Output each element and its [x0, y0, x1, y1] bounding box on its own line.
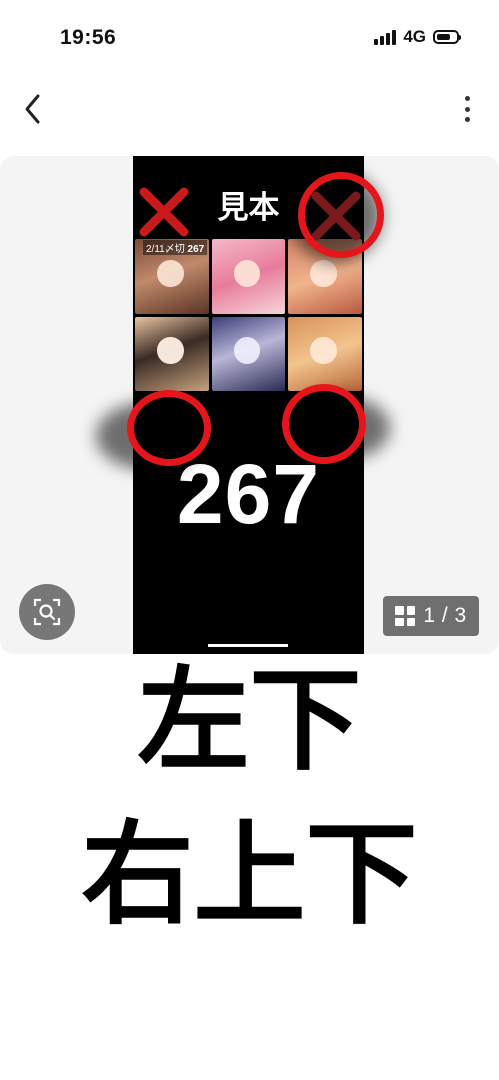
circle-mark-icon	[298, 172, 384, 258]
lens-search-icon	[33, 598, 61, 626]
grid-icon	[395, 606, 416, 626]
circle-mark-icon	[282, 384, 366, 464]
poster-underline	[208, 644, 288, 647]
doll-photo	[135, 316, 209, 391]
more-icon[interactable]	[463, 96, 471, 122]
doll-photo-grid	[135, 239, 362, 391]
status-bar: 19:56 4G	[0, 0, 499, 74]
x-mark-icon	[139, 187, 189, 237]
doll-photo	[288, 316, 362, 391]
date-tag: 2/11〆切 267	[143, 240, 208, 255]
signal-icon	[374, 29, 397, 45]
lens-search-button[interactable]	[19, 584, 75, 640]
back-icon[interactable]	[20, 92, 50, 126]
doll-photo	[211, 239, 286, 314]
page-count: 1 / 3	[423, 604, 467, 627]
nav-bar	[0, 80, 499, 140]
circle-mark-icon	[127, 390, 211, 466]
battery-icon	[433, 30, 461, 44]
caption-line-2: 右上下	[81, 812, 418, 937]
status-icons: 4G	[374, 26, 461, 48]
image-gallery[interactable]: 見本 2/11〆切 267 267 1 / 3	[0, 156, 499, 654]
caption-line-1: 左下	[137, 658, 362, 783]
doll-photo	[211, 316, 286, 391]
page-indicator[interactable]: 1 / 3	[383, 596, 479, 636]
network-label: 4G	[403, 27, 426, 46]
status-time: 19:56	[60, 26, 117, 49]
